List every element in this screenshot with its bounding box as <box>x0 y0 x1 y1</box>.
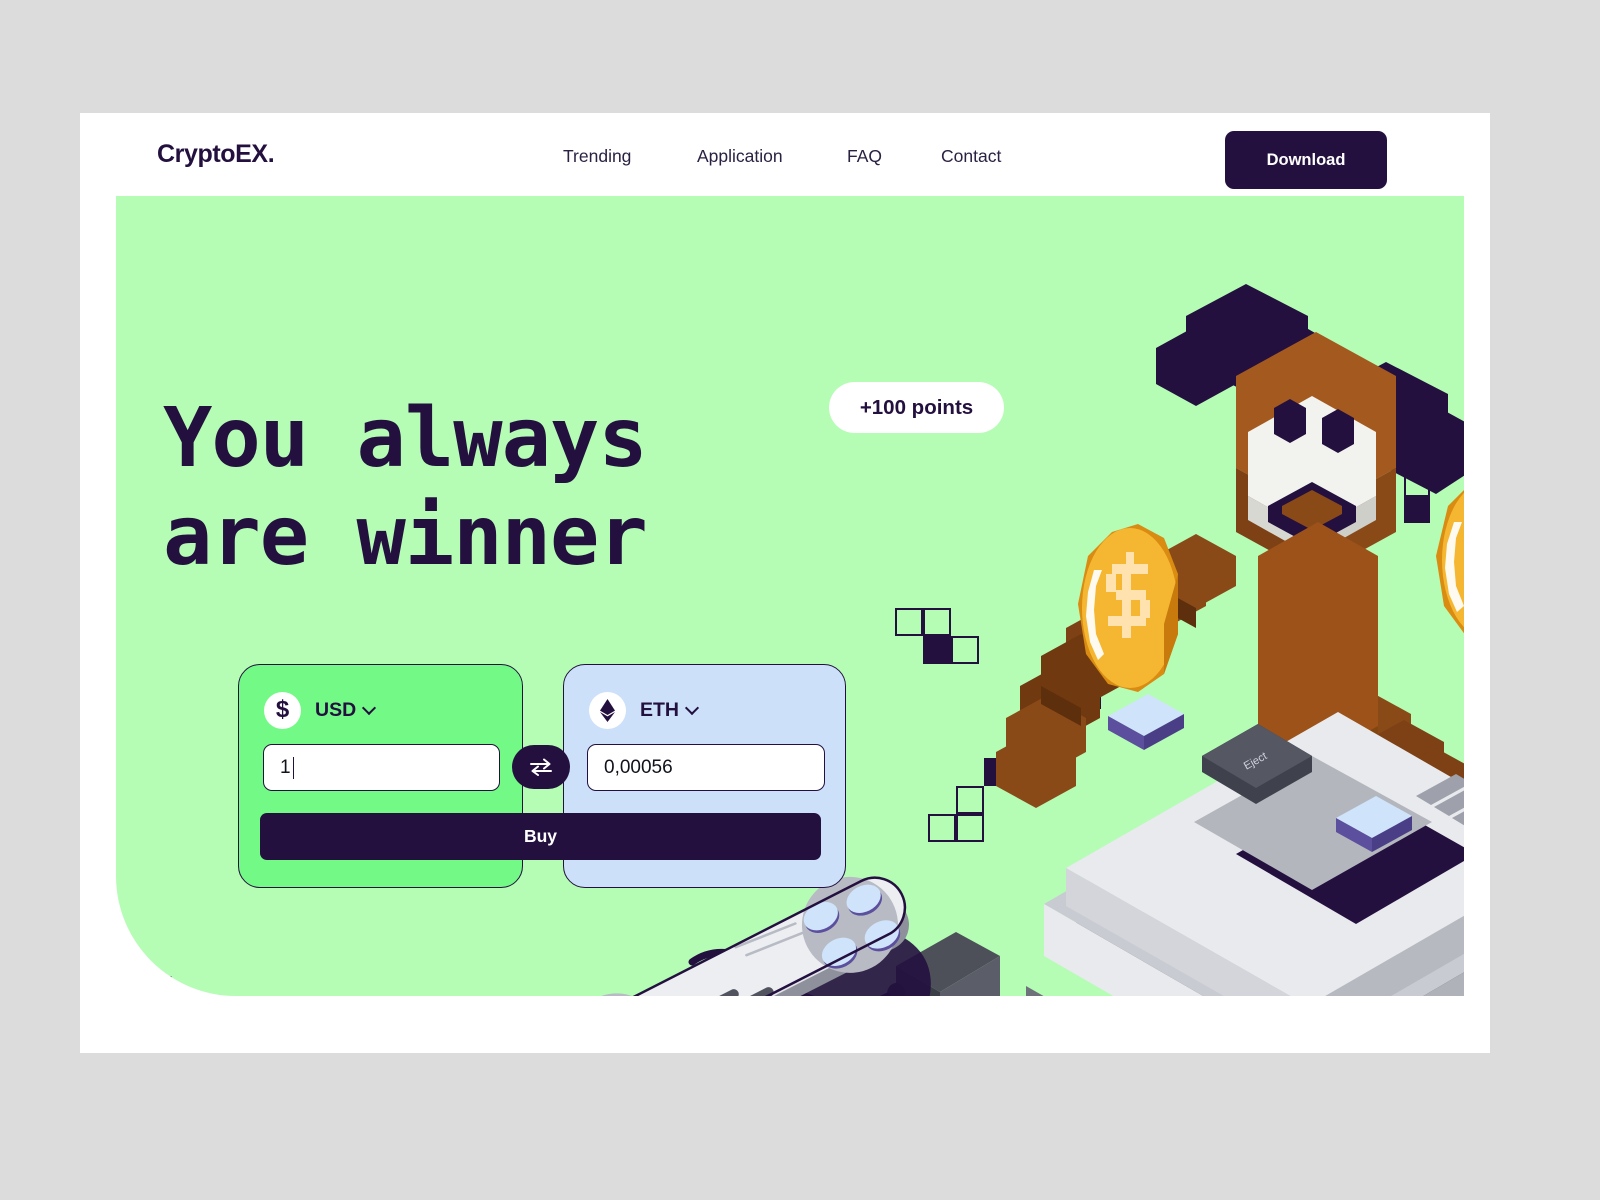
text-caret <box>292 756 295 779</box>
currency-label-eth: ETH <box>640 699 679 721</box>
amount-value-eth: 0,00056 <box>604 756 673 778</box>
chevron-down-icon <box>684 700 700 716</box>
nav-item-faq[interactable]: FAQ <box>847 146 885 167</box>
retro-console: Eject <box>887 694 1464 996</box>
brand-logo[interactable]: CryptoEX. <box>157 140 275 169</box>
currency-selector-eth[interactable]: ETH <box>589 692 700 729</box>
ethereum-coin-icon <box>589 692 626 729</box>
browser-page: CryptoEX. Trending Application FAQ Conta… <box>80 113 1490 1053</box>
arrow-down-icon <box>168 976 172 996</box>
currency-selector-usd[interactable]: $ USD <box>264 692 377 729</box>
chevron-down-icon <box>362 700 377 716</box>
nav-item-contact[interactable]: Contact <box>941 146 1001 167</box>
console-button-left <box>1108 694 1184 750</box>
buy-button[interactable]: Buy <box>260 813 821 860</box>
currency-label-usd: USD <box>315 699 357 721</box>
swap-currencies-button[interactable] <box>512 745 570 789</box>
dollar-coin-icon: $ <box>264 692 301 729</box>
swap-arrows-icon <box>530 758 552 776</box>
nav-item-application[interactable]: Application <box>697 146 791 167</box>
scroll-down-indicator[interactable] <box>154 976 186 996</box>
ethereum-coin-icon <box>1436 490 1464 634</box>
site-header: CryptoEX. Trending Application FAQ Conta… <box>80 113 1490 196</box>
amount-input-usd[interactable]: 1 <box>263 744 500 791</box>
amount-input-eth[interactable]: 0,00056 <box>587 744 825 791</box>
hero-section: You always are winner +100 points Eject … <box>116 196 1464 996</box>
download-button[interactable]: Download <box>1225 131 1387 189</box>
page-title: You always are winner <box>163 391 648 584</box>
nav-item-trending[interactable]: Trending <box>563 146 641 167</box>
amount-value-usd: 1 <box>280 756 291 778</box>
main-navigation: Trending Application FAQ Contact <box>563 146 1001 167</box>
